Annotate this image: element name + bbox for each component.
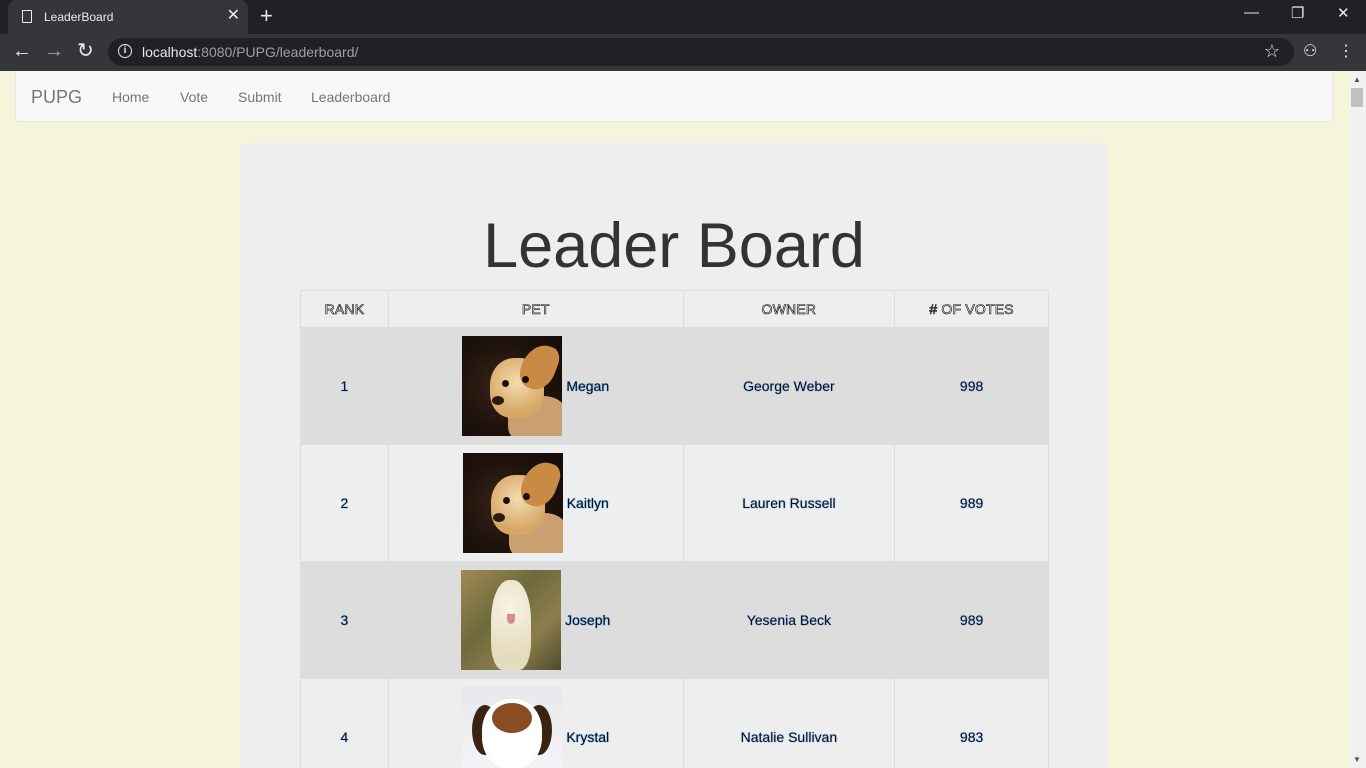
nav-vote[interactable]: Vote <box>180 89 208 105</box>
scroll-up-icon[interactable]: ▲ <box>1353 75 1361 84</box>
nav-submit[interactable]: Submit <box>238 89 282 105</box>
pet-cell: Joseph <box>387 561 684 679</box>
table-row: 4 Krystal Natalie Sullivan 983 <box>300 678 1049 768</box>
address-bar[interactable]: i localhost:8080/PUPG/leaderboard/ ☆ <box>108 38 1294 66</box>
scrollbar-thumb[interactable] <box>1351 88 1363 107</box>
votes-cell: 998 <box>894 327 1049 445</box>
nav-home[interactable]: Home <box>112 89 149 105</box>
table-row: 1 Megan George Weber 998 <box>300 327 1049 445</box>
tab-title: LeaderBoard <box>44 10 114 24</box>
nav-leaderboard[interactable]: Leaderboard <box>311 89 390 105</box>
leaderboard-table: RANK PET OWNER # OF VOTES 1 Megan George… <box>300 290 1049 768</box>
rank-cell: 1 <box>300 327 389 445</box>
pet-photo <box>462 336 563 436</box>
browser-menu-icon[interactable]: ⋮ <box>1338 41 1354 61</box>
page-icon <box>22 10 32 23</box>
new-tab-icon[interactable]: + <box>260 4 273 28</box>
reload-icon[interactable]: ↻ <box>77 40 94 62</box>
pet-photo <box>462 453 563 553</box>
rank-cell: 2 <box>300 444 389 562</box>
table-row: 2 Kaitlyn Lauren Russell 989 <box>300 444 1049 562</box>
page-scrollbar[interactable]: ▲ ▼ <box>1349 71 1366 768</box>
brand-link[interactable]: PUPG <box>31 87 82 108</box>
pet-cell: Megan <box>387 327 684 445</box>
browser-toolbar: ← → ↻ i localhost:8080/PUPG/leaderboard/… <box>0 34 1366 71</box>
url-text[interactable]: localhost:8080/PUPG/leaderboard/ <box>142 44 358 60</box>
table-header-row: RANK PET OWNER # OF VOTES <box>300 290 1049 328</box>
pet-photo <box>461 570 562 670</box>
extension-icon[interactable]: ⚇ <box>1303 41 1317 61</box>
forward-icon[interactable]: → <box>44 40 64 62</box>
restore-icon[interactable]: ❐ <box>1291 4 1304 22</box>
owner-cell: Yesenia Beck <box>682 561 896 679</box>
pet-name-link[interactable]: Megan <box>566 378 609 394</box>
header-rank: RANK <box>300 290 389 328</box>
pet-name-link[interactable]: Joseph <box>565 612 610 628</box>
browser-tab-bar: LeaderBoard ✕ + — ❐ ✕ <box>0 0 1366 34</box>
owner-cell: Lauren Russell <box>682 444 896 562</box>
pet-name-link[interactable]: Kaitlyn <box>567 495 609 511</box>
table-row: 3 Joseph Yesenia Beck 989 <box>300 561 1049 679</box>
rank-cell: 4 <box>300 678 389 768</box>
pet-name-link[interactable]: Krystal <box>566 729 609 745</box>
pet-cell: Kaitlyn <box>387 444 684 562</box>
leaderboard-panel: Leader Board RANK PET OWNER # OF VOTES 1 <box>240 143 1108 768</box>
scroll-down-icon[interactable]: ▼ <box>1353 755 1361 764</box>
votes-cell: 989 <box>894 561 1049 679</box>
pet-photo <box>462 687 563 768</box>
bookmark-star-icon[interactable]: ☆ <box>1264 41 1280 62</box>
pet-cell: Krystal <box>387 678 684 768</box>
page-title: Leader Board <box>483 211 865 281</box>
close-window-icon[interactable]: ✕ <box>1337 4 1350 22</box>
browser-tab[interactable]: LeaderBoard ✕ <box>8 0 248 34</box>
votes-cell: 989 <box>894 444 1049 562</box>
owner-cell: George Weber <box>682 327 896 445</box>
header-owner: OWNER <box>682 290 896 328</box>
info-icon[interactable]: i <box>118 44 132 58</box>
header-votes: # OF VOTES <box>894 290 1049 328</box>
header-pet: PET <box>387 290 684 328</box>
votes-cell: 983 <box>894 678 1049 768</box>
owner-cell: Natalie Sullivan <box>682 678 896 768</box>
rank-cell: 3 <box>300 561 389 679</box>
close-tab-icon[interactable]: ✕ <box>227 7 240 25</box>
site-navbar: PUPG Home Vote Submit Leaderboard <box>15 71 1333 122</box>
back-icon[interactable]: ← <box>12 40 32 62</box>
minimize-icon[interactable]: — <box>1244 4 1259 21</box>
